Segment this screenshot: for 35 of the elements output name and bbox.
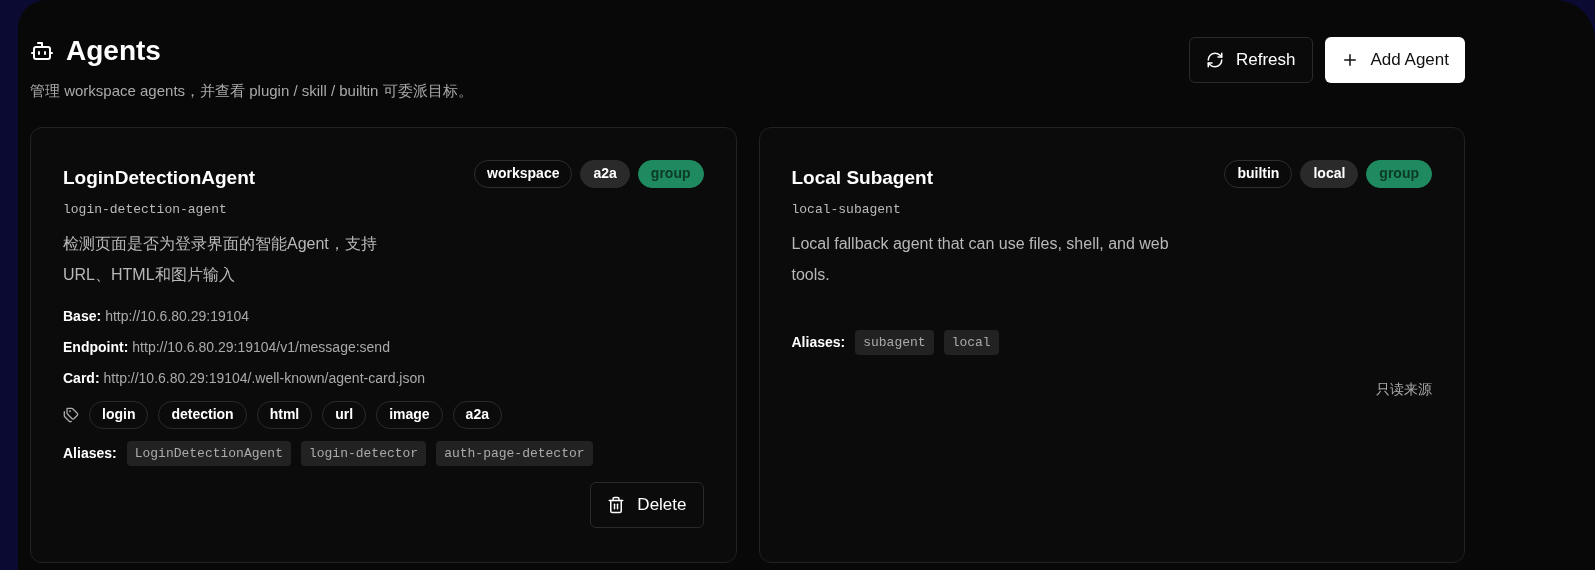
agent-id: login-detection-agent [63,201,228,219]
delete-button[interactable]: Delete [590,482,704,528]
badge: a2a [580,159,630,188]
field-label: Base: [63,306,102,326]
agent-name: LoginDetectionAgent [63,165,256,190]
robot-icon [30,39,54,63]
alias-chip: auth-page-detector [436,440,593,466]
page-subtitle: 管理 workspace agents，并查看 plugin / skill / builtin 可委派目标。 [30,81,473,101]
alias-chip: subagent [855,329,934,355]
page-title: Agents [66,34,161,68]
field-value: http://10.6.80.29:19104/.well-known/agent-card.json [103,368,425,388]
badge: local [1300,159,1359,188]
field-label: Card: [63,368,100,388]
badge: builtin [1224,159,1293,188]
agent-description: Local fallback agent that can use files, shell, and web tools. [791,233,1170,285]
badge: group [637,159,704,188]
field-value: http://10.6.80.29:19104 [105,306,250,326]
refresh-button[interactable]: Refresh [1189,37,1313,83]
read-only-note: 只读来源 [1376,380,1432,399]
field-label: Endpoint: [63,337,129,357]
badge: workspace [474,159,573,188]
trash-icon [607,496,626,514]
tags-icon [63,406,79,423]
agent-id: local-subagent [791,201,902,219]
field-value: http://10.6.80.29:19104/v1/message:send [132,337,390,357]
refresh-icon [1206,51,1224,69]
add-agent-button[interactable]: Add Agent [1324,37,1465,83]
badge: group [1366,159,1432,188]
alias-chip: local [943,329,999,355]
aliases-label: Aliases: [63,443,117,463]
alias-chip: LoginDetectionAgent [126,440,291,466]
agent-description: 检测页面是否为登录界面的智能Agent，支持URL、HTML和图片输入 [63,233,378,285]
aliases-label: Aliases: [791,332,846,352]
alias-chip: login-detector [300,440,427,466]
agent-name: Local Subagent [791,165,933,190]
